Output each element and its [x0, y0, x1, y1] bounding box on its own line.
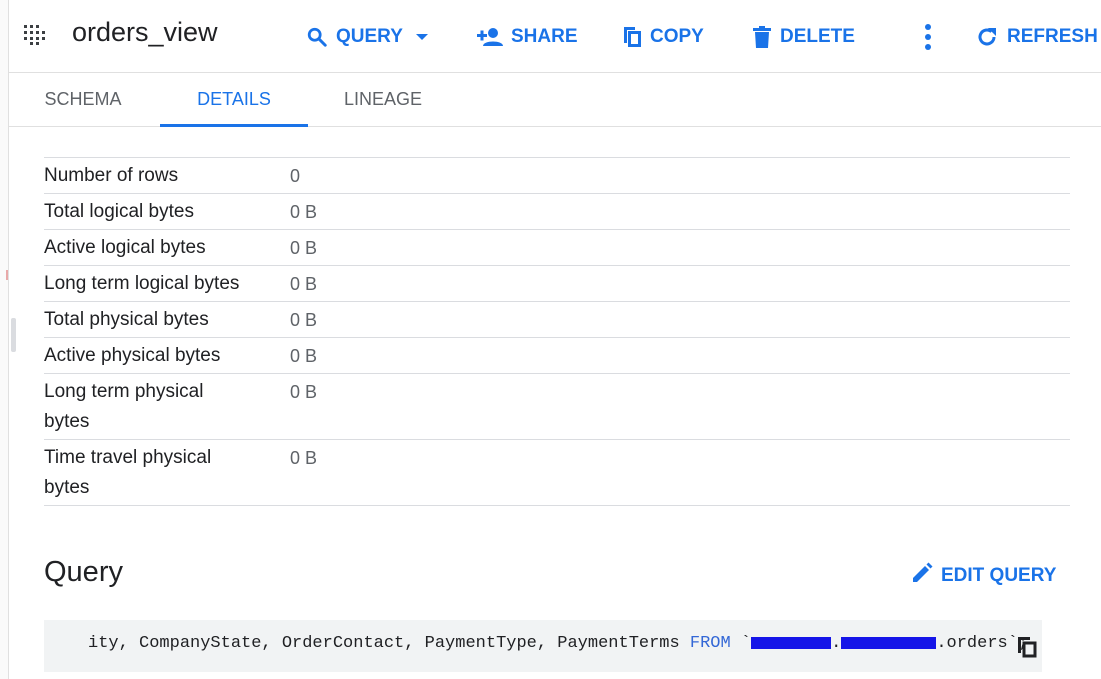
query-code: ity, CompanyState, OrderContact, Payment… [88, 634, 1029, 653]
row-value: 0 B [290, 448, 318, 468]
more-vert-icon [924, 24, 932, 50]
query-button-label: QUERY [336, 26, 403, 47]
share-button-label: SHARE [511, 26, 578, 47]
edit-query-button[interactable]: EDIT QUERY [911, 562, 1056, 590]
row-label: Time travel physical bytes [44, 447, 212, 498]
share-button[interactable]: SHARE [477, 24, 578, 50]
person-add-icon [477, 27, 503, 47]
pencil-icon [911, 562, 933, 590]
row-label: Active physical bytes [44, 345, 221, 366]
copy-icon [622, 26, 642, 48]
row-value: 0 B [290, 274, 318, 294]
refresh-icon [975, 25, 999, 49]
search-icon [306, 26, 328, 48]
scrolled-section-heading [44, 110, 144, 130]
table-grid-icon [24, 25, 45, 45]
table-row: Total physical bytes 0 B [44, 302, 1070, 338]
redacted-text [751, 636, 832, 649]
copy-code-icon[interactable] [1016, 636, 1038, 658]
row-label: Total logical bytes [44, 201, 194, 222]
resize-handle[interactable] [11, 318, 16, 352]
code-keyword: FROM [689, 634, 731, 653]
tab-lineage[interactable]: LINEAGE [344, 72, 422, 126]
tab-details[interactable]: DETAILS [160, 72, 308, 127]
row-value: 0 B [290, 202, 318, 222]
row-label: Total physical bytes [44, 309, 209, 330]
row-label: Number of rows [44, 165, 179, 186]
row-value: 0 B [290, 310, 318, 330]
refresh-button-label: REFRESH [1007, 26, 1098, 47]
table-row: Total logical bytes 0 B [44, 194, 1070, 230]
row-value: 0 [290, 166, 301, 186]
edge-marker [6, 270, 8, 280]
redacted-text [841, 636, 937, 649]
row-value: 0 B [290, 346, 318, 366]
table-row: Active physical bytes 0 B [44, 338, 1070, 374]
query-code-block[interactable]: ity, CompanyState, OrderContact, Payment… [44, 620, 1042, 672]
row-label: Active logical bytes [44, 237, 206, 258]
row-label: Long term logical bytes [44, 273, 240, 294]
toolbar: orders_view QUERY SHARE COPY DELETE REFR… [8, 0, 1101, 73]
tab-bar: SCHEMA DETAILS LINEAGE [8, 72, 1101, 127]
copy-button[interactable]: COPY [622, 24, 704, 50]
page-title: orders_view [72, 17, 218, 47]
trash-icon [752, 26, 772, 48]
refresh-button[interactable]: REFRESH [975, 24, 1098, 50]
code-table-name: .orders`; [936, 634, 1029, 653]
dropdown-arrow-icon [415, 32, 429, 42]
delete-button[interactable]: DELETE [752, 24, 855, 50]
details-table: Number of rows 0 Total logical bytes 0 B… [44, 157, 1070, 506]
row-label: Long term physical bytes [44, 381, 204, 432]
table-row: Long term logical bytes 0 B [44, 266, 1070, 302]
table-row: Long term physical bytes 0 B [44, 374, 1070, 440]
table-row: Active logical bytes 0 B [44, 230, 1070, 266]
code-columns: ity, CompanyState, OrderContact, Payment… [88, 634, 690, 653]
row-value: 0 B [290, 238, 318, 258]
edit-query-label: EDIT QUERY [941, 565, 1057, 586]
more-options-button[interactable] [924, 24, 932, 50]
copy-button-label: COPY [650, 26, 704, 47]
table-row: Time travel physical bytes 0 B [44, 440, 1070, 506]
table-row: Number of rows 0 [44, 158, 1070, 194]
query-button[interactable]: QUERY [306, 24, 429, 50]
query-section-title: Query [44, 556, 123, 588]
row-value: 0 B [290, 382, 318, 402]
delete-button-label: DELETE [780, 26, 855, 47]
